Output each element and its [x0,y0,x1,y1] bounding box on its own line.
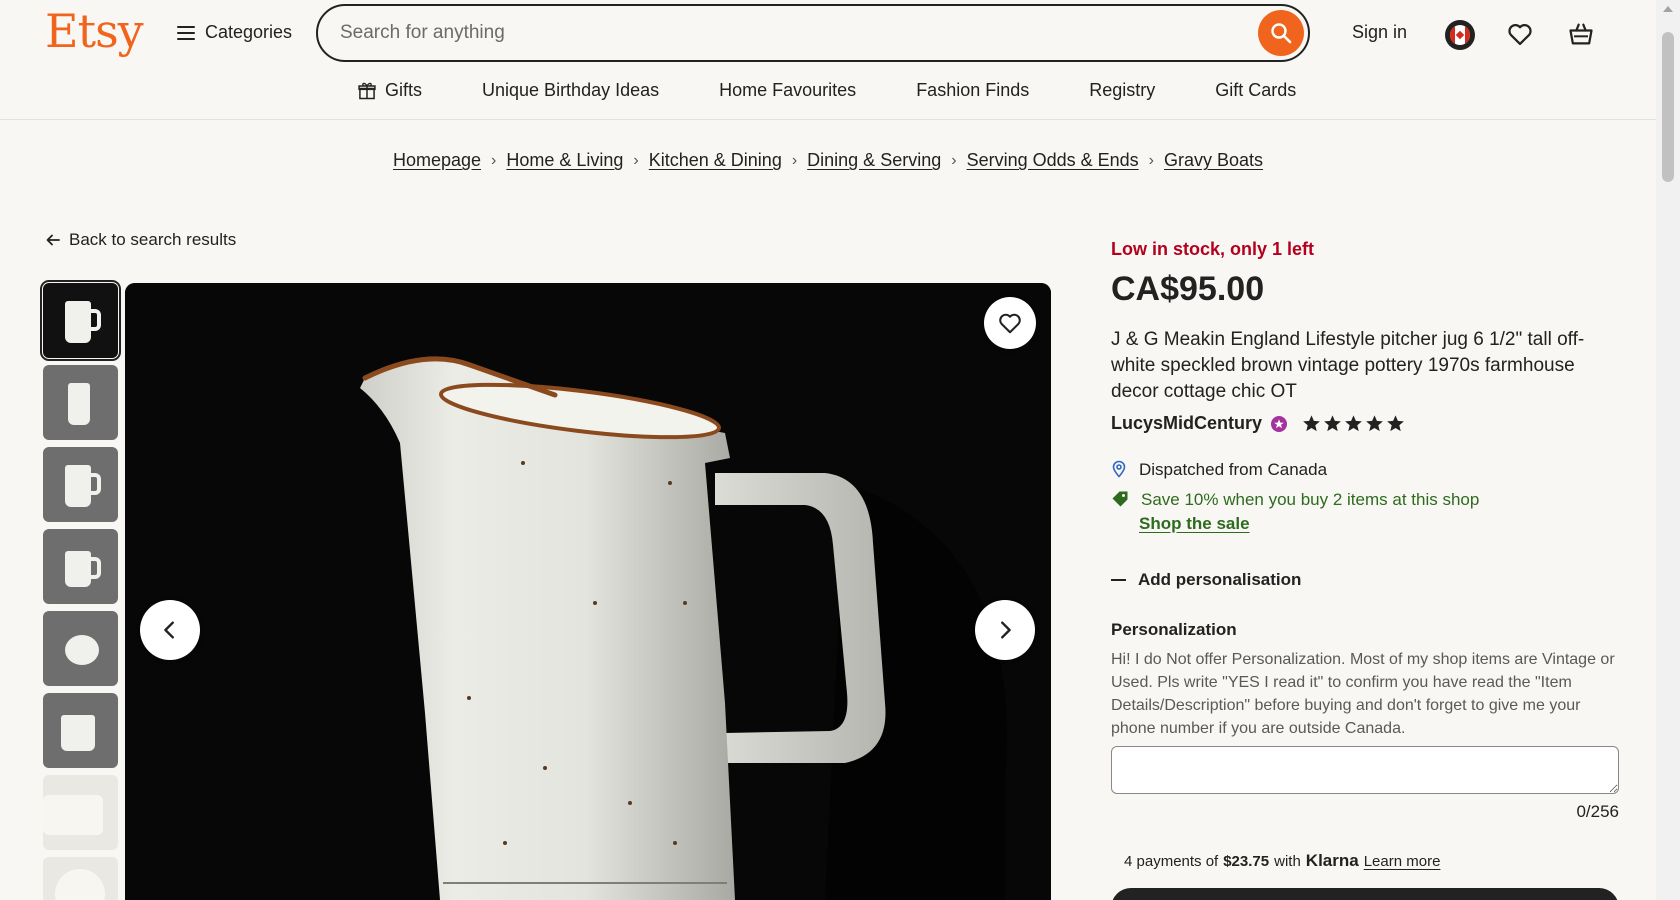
back-link-label: Back to search results [69,230,237,249]
gift-icon [358,82,376,99]
chevron-right-icon: › [1148,151,1154,169]
breadcrumb-gravy-boats[interactable]: Gravy Boats [1164,150,1263,171]
search-button[interactable] [1258,10,1304,56]
etsy-logo[interactable]: Etsy [45,4,144,58]
personalization-input[interactable] [1111,746,1619,794]
search-bar [316,4,1310,62]
thumbnail[interactable] [43,857,118,900]
page-scrollbar[interactable] [1656,0,1680,900]
breadcrumb-dining-serving[interactable]: Dining & Serving [807,150,941,171]
star-icon [1387,415,1404,432]
breadcrumb-home-living[interactable]: Home & Living [506,150,623,171]
star-icon [1345,415,1362,432]
site-header: Etsy Categories Sign in [0,0,1656,120]
personalization-instructions: Hi! I do Not offer Personalization. Most… [1111,651,1615,737]
flag-icon [1450,25,1470,45]
product-title: J & G Meakin England Lifestyle pitcher j… [1111,329,1585,402]
location-pin-icon [1112,460,1126,478]
personalization-label: Personalization [1111,620,1237,639]
chevron-left-icon [164,621,174,639]
add-personalisation-toggle[interactable]: Add personalisation [1111,570,1301,590]
chevron-right-icon: › [951,151,957,169]
character-counter: 0/256 [1576,802,1619,821]
back-to-search-link[interactable]: Back to search results [45,230,236,250]
breadcrumb: Homepage › Home & Living › Kitchen & Din… [0,150,1656,171]
heart-icon [1508,24,1532,46]
subnav-label: Gifts [385,80,423,100]
previous-image-button[interactable] [140,600,200,660]
add-to-basket-button[interactable] [1111,888,1619,900]
klarna-payment-info: 4 payments of $23.75 with Klarna Learn m… [1124,851,1440,871]
cart-button[interactable] [1567,20,1595,53]
breadcrumb-serving-odds-ends[interactable]: Serving Odds & Ends [967,150,1139,171]
stock-notice: Low in stock, only 1 left [1111,239,1315,259]
sign-in-link[interactable]: Sign in [1352,22,1407,43]
klarna-mid: with [1274,853,1301,870]
product-price: CA$95.00 [1111,270,1265,308]
dispatch-text: Dispatched from Canada [1139,460,1328,479]
categories-button[interactable]: Categories [177,22,292,43]
thumbnail[interactable] [43,775,118,850]
breadcrumb-kitchen-dining[interactable]: Kitchen & Dining [649,150,782,171]
arrow-left-icon [46,234,60,246]
seller-row: LucysMidCentury [1111,413,1405,434]
chevron-right-icon: › [633,151,639,169]
pitcher-photo [125,283,1051,900]
search-input[interactable] [340,19,1240,47]
scrollbar-thumb[interactable] [1662,32,1674,182]
next-image-button[interactable] [975,600,1035,660]
scroll-up-icon[interactable] [1663,6,1673,12]
klarna-logo: Klarna [1305,851,1359,870]
thumbnail[interactable] [43,447,118,522]
region-button[interactable] [1445,20,1475,50]
star-seller-icon [1271,415,1288,432]
sale-info: Save 10% when you buy 2 items at this sh… [1111,490,1479,510]
thumbnail[interactable] [43,529,118,604]
chevron-right-icon: › [491,151,497,169]
rating-stars[interactable] [1302,414,1405,433]
categories-label: Categories [205,22,293,42]
favorites-button[interactable] [1506,20,1534,53]
subnav-registry[interactable]: Registry [1089,80,1155,101]
seller-name[interactable]: LucysMidCentury [1111,413,1262,434]
chevron-right-icon: › [791,151,798,169]
klarna-amount: $23.75 [1223,853,1270,870]
tag-icon [1112,491,1128,507]
hamburger-icon [177,25,195,40]
subnav-home-favourites[interactable]: Home Favourites [719,80,856,101]
minus-icon [1111,579,1126,581]
subnav-gift-cards[interactable]: Gift Cards [1215,80,1296,101]
heart-icon [999,313,1021,334]
dispatch-info: Dispatched from Canada [1111,460,1327,480]
klarna-learn-more-link[interactable]: Learn more [1364,853,1441,870]
star-icon [1303,415,1320,432]
thumbnail[interactable] [43,693,118,768]
shop-the-sale-link[interactable]: Shop the sale [1139,514,1250,534]
breadcrumb-homepage[interactable]: Homepage [393,150,481,171]
sale-text: Save 10% when you buy 2 items at this sh… [1141,490,1480,509]
star-icon [1324,415,1341,432]
sub-navigation: Gifts Unique Birthday Ideas Home Favouri… [357,80,1296,101]
favorite-item-button[interactable] [984,297,1036,349]
subnav-fashion-finds[interactable]: Fashion Finds [916,80,1029,101]
klarna-prefix: 4 payments of [1124,853,1219,870]
thumbnail[interactable] [43,611,118,686]
subnav-unique-birthday-ideas[interactable]: Unique Birthday Ideas [482,80,659,101]
subnav-gifts[interactable]: Gifts [357,80,422,101]
chevron-right-icon [1001,621,1011,639]
star-icon [1366,415,1383,432]
thumbnail[interactable] [40,280,121,361]
search-icon [1271,23,1292,44]
thumbnail-list [40,280,121,900]
thumbnail[interactable] [43,365,118,440]
add-personalisation-label: Add personalisation [1138,570,1302,589]
main-product-image[interactable] [125,283,1051,900]
cart-icon [1569,23,1593,45]
